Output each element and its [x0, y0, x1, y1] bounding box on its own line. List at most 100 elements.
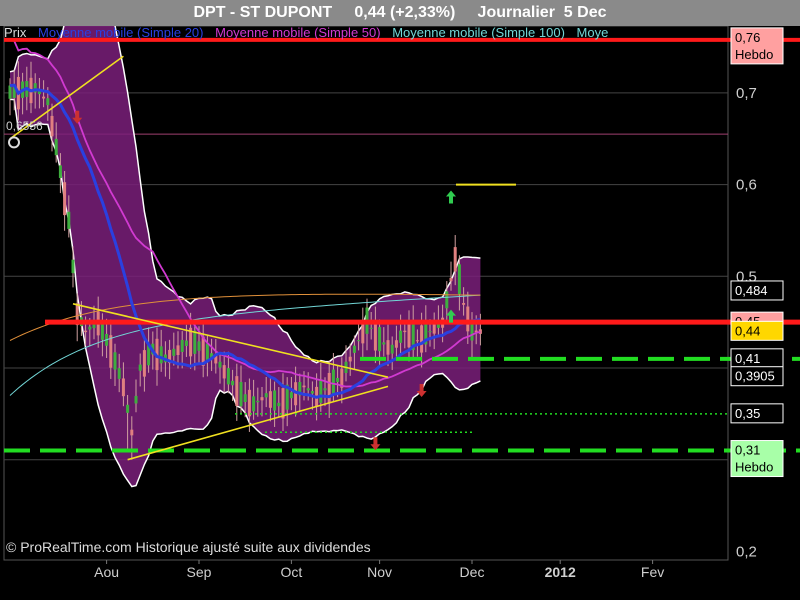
- candle-body: [390, 344, 394, 354]
- candle-body: [159, 346, 163, 364]
- candle-body: [449, 277, 453, 282]
- candle-body: [273, 390, 277, 411]
- y-tick-label: 0,2: [736, 543, 757, 560]
- candle-body: [231, 380, 235, 386]
- candle-body: [176, 345, 180, 356]
- x-tick-label: Oct: [281, 564, 303, 580]
- candle-body: [352, 345, 356, 353]
- legend-ma100: Moyenne mobile (Simple 100): [392, 25, 565, 40]
- price-label-text: 0,484: [735, 283, 768, 298]
- candle-body: [432, 323, 436, 334]
- legend-more: Moye: [576, 25, 609, 40]
- candle-body: [113, 352, 117, 370]
- x-tick-label: Sep: [187, 564, 212, 580]
- candle-body: [319, 379, 323, 403]
- candle-body: [336, 377, 340, 383]
- candle-body: [8, 85, 12, 99]
- candle-body: [235, 376, 239, 406]
- candle-body: [121, 378, 125, 397]
- candle-body: [466, 306, 470, 332]
- candle-body: [134, 395, 138, 404]
- candle-body: [109, 335, 113, 368]
- x-tick-label: Fev: [641, 564, 664, 580]
- legend: Prix Moyenne mobile (Simple 20) Moyenne …: [4, 25, 616, 40]
- candle-body: [71, 259, 75, 274]
- price-label-text: 0,41: [735, 351, 760, 366]
- price-label-text: Hebdo: [735, 47, 773, 62]
- candle-body: [428, 331, 432, 333]
- candle-body: [193, 330, 197, 354]
- candle-body: [331, 369, 335, 395]
- candle-body: [310, 391, 314, 394]
- x-tick-label: 2012: [545, 564, 576, 580]
- candle-body: [197, 341, 201, 351]
- x-tick-label: Nov: [367, 564, 392, 580]
- candle-body: [415, 340, 419, 342]
- legend-prix: Prix: [4, 25, 27, 40]
- x-tick-label: Aou: [94, 564, 119, 580]
- candle-body: [88, 326, 92, 330]
- legend-ma50: Moyenne mobile (Simple 50): [215, 25, 381, 40]
- candle-body: [252, 396, 256, 412]
- candle-body: [117, 368, 121, 379]
- copyright-note: © ProRealTime.com Historique ajusté suit…: [6, 539, 371, 555]
- candle-body: [348, 356, 352, 362]
- price-label-text: 0,35: [735, 406, 760, 421]
- candle-body: [394, 340, 398, 348]
- candle-body: [218, 361, 222, 368]
- candle-body: [42, 96, 46, 99]
- candle-body: [243, 394, 247, 403]
- candle-body: [378, 327, 382, 352]
- price-label-text: 0,31: [735, 443, 760, 458]
- candle-body: [302, 385, 306, 388]
- candle-body: [369, 327, 373, 329]
- candle-body: [63, 182, 67, 216]
- candle-body: [205, 343, 209, 360]
- y-tick-label: 0,7: [736, 85, 757, 102]
- x-tick-label: Dec: [460, 564, 485, 580]
- candle-body: [277, 402, 281, 407]
- candle-body: [126, 404, 130, 413]
- candle-body: [327, 372, 331, 404]
- price-label-text: 0,3905: [735, 369, 775, 384]
- candle-body: [130, 429, 134, 436]
- candle-body: [138, 364, 142, 371]
- candle-body: [403, 330, 407, 333]
- candle-body: [247, 389, 251, 417]
- chart-title: DPT - ST DUPONT 0,44 (+2,33%) Journalier…: [0, 0, 800, 26]
- price-label-text: Hebdo: [735, 460, 773, 475]
- candle-body: [172, 348, 176, 356]
- candle-body: [180, 339, 184, 352]
- legend-ma20: Moyenne mobile (Simple 20): [38, 25, 204, 40]
- candle-body: [67, 211, 71, 229]
- candle-body: [357, 340, 361, 342]
- candle-body: [373, 321, 377, 351]
- candle-body: [264, 393, 268, 398]
- candle-body: [462, 303, 466, 305]
- candle-body: [289, 392, 293, 399]
- candle-body: [256, 400, 260, 403]
- annotation-label: 0,6556: [6, 119, 43, 133]
- candle-body: [399, 330, 403, 343]
- candle-body: [457, 264, 461, 295]
- stock-chart: 0,70,60,50,2Aou Sep Oct Nov Dec 2012 Fev0,6556…: [0, 0, 800, 600]
- candle-body: [84, 330, 88, 333]
- candle-body: [239, 381, 243, 407]
- candle-body: [222, 365, 226, 379]
- candle-body: [306, 388, 310, 391]
- candle-body: [50, 115, 54, 137]
- candle-body: [226, 368, 230, 385]
- candle-body: [142, 350, 146, 377]
- candle-body: [46, 98, 50, 106]
- price-label-text: 0,76: [735, 30, 760, 45]
- candle-body: [445, 291, 449, 309]
- candle-body: [54, 138, 58, 156]
- candle-body: [323, 388, 327, 391]
- candle-body: [58, 165, 62, 178]
- candle-body: [260, 397, 264, 401]
- candle-body: [407, 323, 411, 348]
- y-tick-label: 0,6: [736, 177, 757, 194]
- candle-body: [453, 247, 457, 272]
- candle-body: [184, 340, 188, 346]
- price-label-text: 0,44: [735, 323, 760, 338]
